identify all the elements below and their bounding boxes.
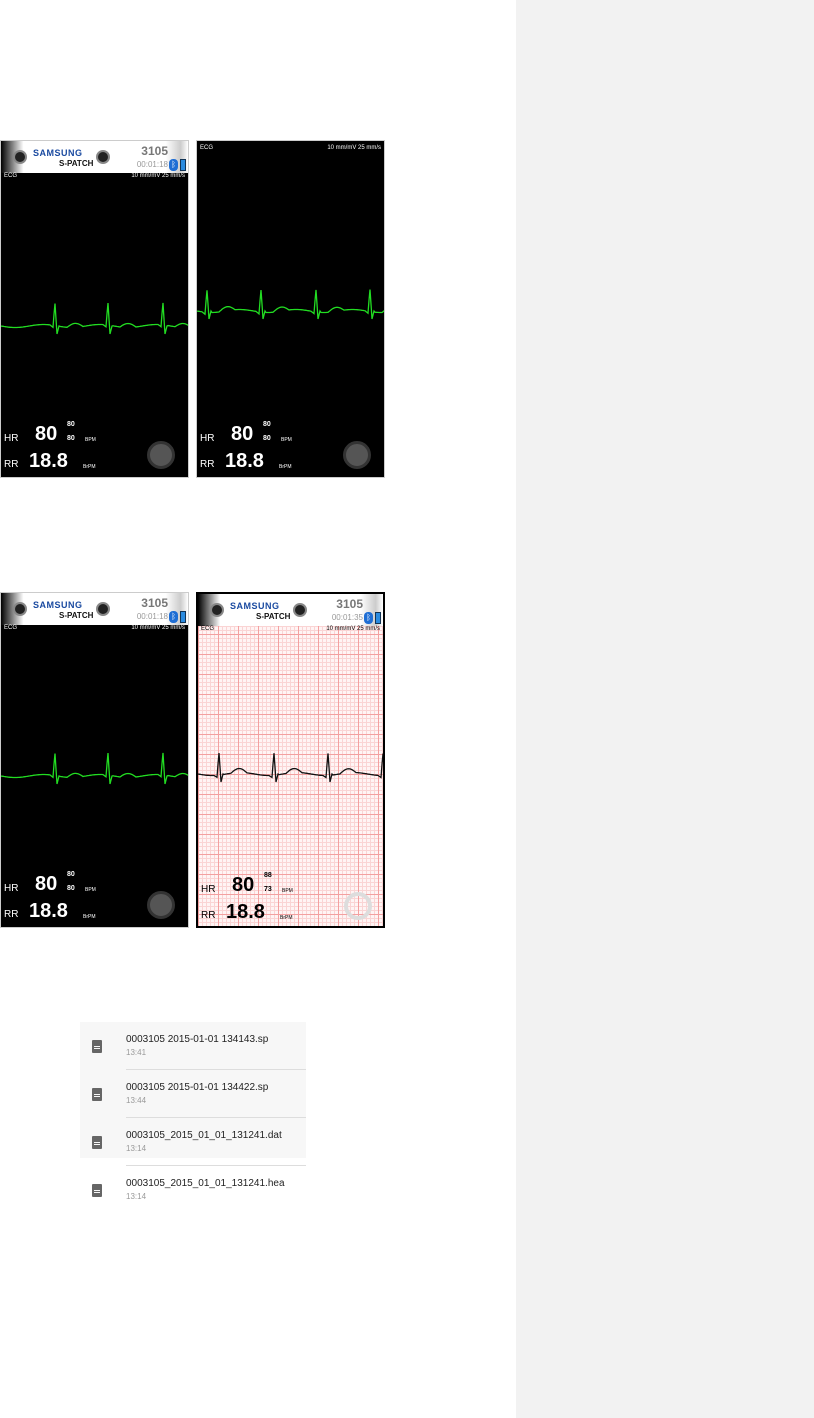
ecg-screen-2: ECG 10 mm/mV 25 mm/s HR 80 80 80 BPM RR 18.8 BrPM	[196, 140, 385, 478]
hr-unit: BPM	[281, 437, 292, 443]
ecg-waveform	[197, 289, 384, 320]
hr-label: HR	[4, 433, 19, 444]
file-icon	[92, 1040, 102, 1053]
file-icon	[92, 1088, 102, 1101]
hr-value: 80	[231, 423, 254, 445]
hr-value: 80	[232, 874, 255, 896]
ecg-waveform	[198, 753, 383, 783]
record-button[interactable]	[147, 441, 175, 469]
side-panel	[516, 0, 814, 1418]
hr-max: 88	[264, 872, 272, 879]
record-button[interactable]	[343, 441, 371, 469]
ecg-trace	[1, 302, 188, 335]
rr-label: RR	[201, 910, 216, 921]
file-icon	[92, 1136, 102, 1149]
hr-label: HR	[201, 884, 216, 895]
rr-unit: BrPM	[83, 464, 96, 470]
record-button[interactable]	[344, 892, 372, 920]
record-button[interactable]	[147, 891, 175, 919]
ecg-screen-1: SAMSUNG S-PATCH 3105 00:01:18 ᛒ ECG 10 mm/mV 2…	[0, 140, 189, 478]
hr-max: 80	[263, 421, 271, 428]
hr-unit: BPM	[282, 888, 293, 894]
file-item[interactable]: 0003105_2015_01_01_131241.hea 13:14	[80, 1166, 306, 1206]
hr-max: 80	[67, 421, 75, 428]
hr-unit: BPM	[85, 437, 96, 443]
rr-unit: BrPM	[280, 915, 293, 921]
ecg-waveform	[1, 752, 188, 785]
ecg-trace	[197, 289, 384, 320]
rr-unit: BrPM	[83, 914, 96, 920]
hr-min: 80	[67, 885, 75, 892]
hr-min: 80	[263, 435, 271, 442]
rr-label: RR	[200, 459, 215, 470]
ecg-trace	[198, 753, 383, 783]
file-list: 0003105 2015-01-01 134143.sp 13:41 000310…	[80, 1022, 306, 1201]
hr-value: 80	[35, 873, 58, 895]
file-item[interactable]: 0003105_2015_01_01_131241.dat 13:14	[80, 1118, 306, 1166]
rr-value: 18.8	[29, 900, 68, 922]
hr-label: HR	[200, 433, 215, 444]
rr-unit: BrPM	[279, 464, 292, 470]
rr-value: 18.8	[29, 450, 68, 472]
rr-label: RR	[4, 459, 19, 470]
rr-value: 18.8	[225, 450, 264, 472]
rr-value: 18.8	[226, 901, 265, 923]
ecg-trace	[1, 752, 188, 785]
hr-min: 73	[264, 886, 272, 893]
ecg-waveform	[1, 302, 188, 335]
ecg-screen-4: SAMSUNG S-PATCH 3105 00:01:35 ᛒ ECG 10 mm/mV 2…	[196, 592, 385, 928]
ecg-screen-3: SAMSUNG S-PATCH 3105 00:01:18 ᛒ ECG 10 mm/mV 2…	[0, 592, 189, 928]
file-item[interactable]: 0003105 2015-01-01 134143.sp 13:41	[80, 1022, 306, 1070]
rr-label: RR	[4, 909, 19, 920]
file-icon	[92, 1184, 102, 1197]
hr-value: 80	[35, 423, 58, 445]
file-item[interactable]: 0003105 2015-01-01 134422.sp 13:44	[80, 1070, 306, 1118]
hr-unit: BPM	[85, 887, 96, 893]
hr-max: 80	[67, 871, 75, 878]
hr-min: 80	[67, 435, 75, 442]
hr-label: HR	[4, 883, 19, 894]
